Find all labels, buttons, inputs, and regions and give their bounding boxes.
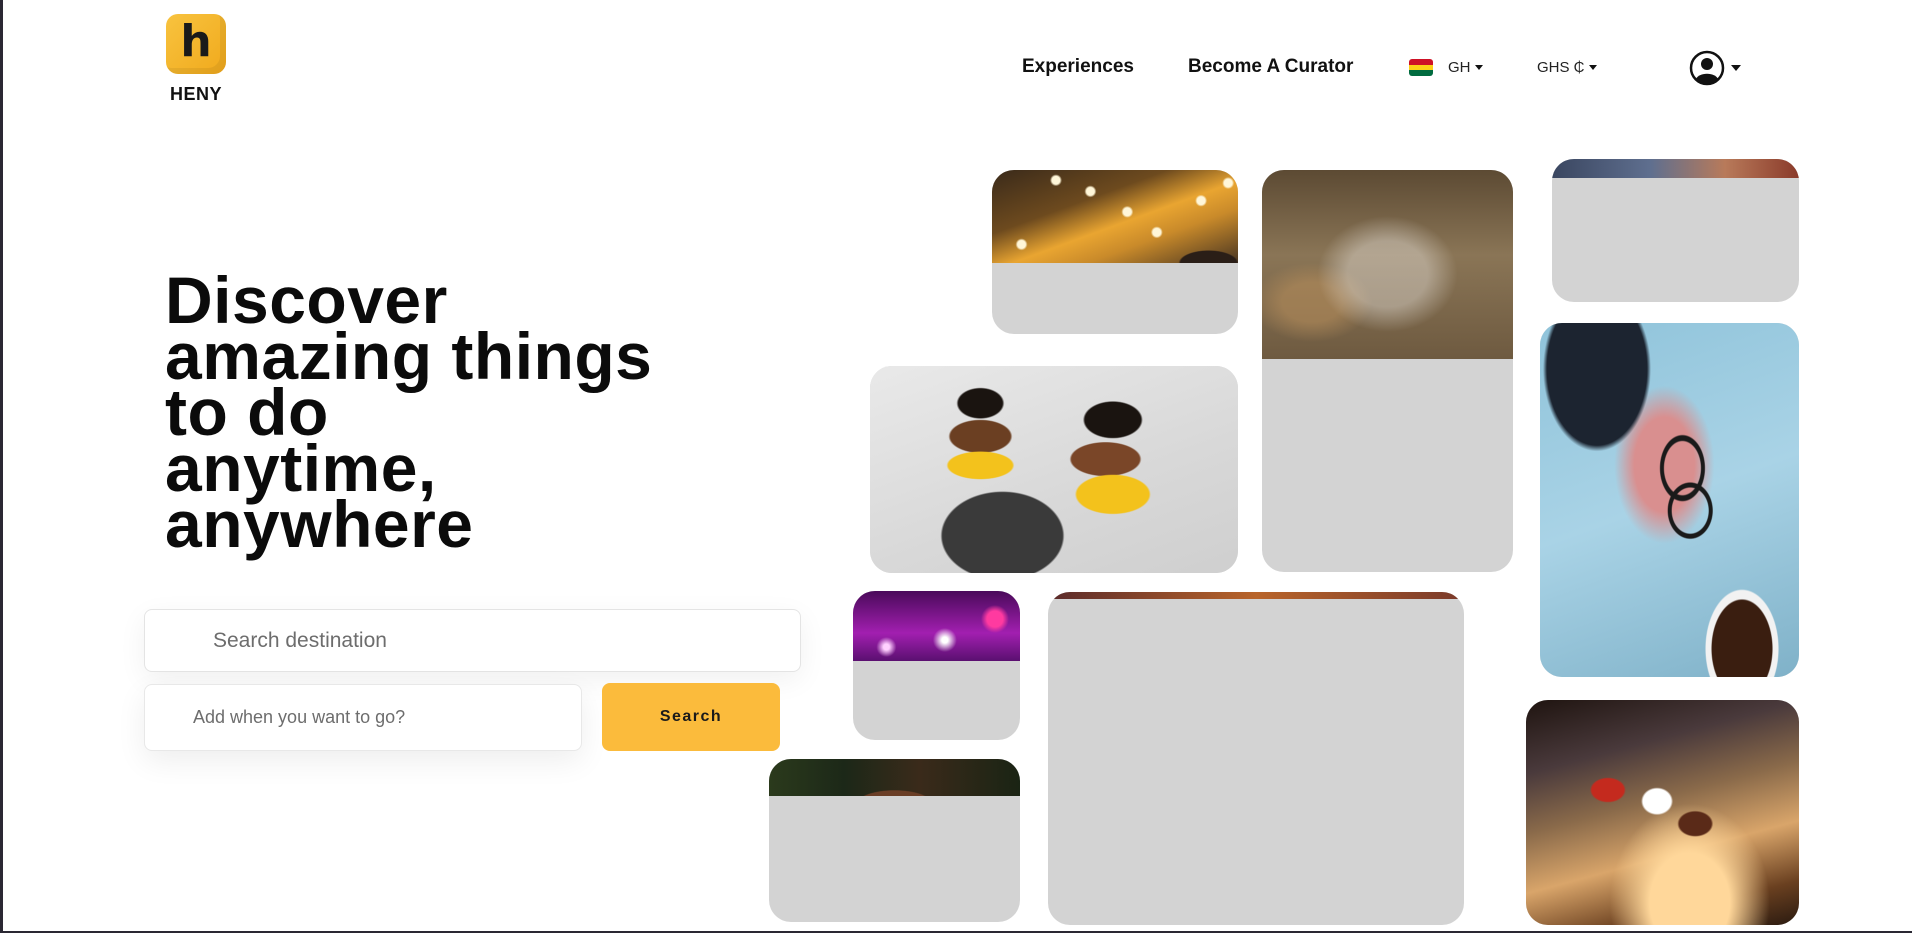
gallery-card-string-lights[interactable]: [992, 170, 1238, 334]
brand-name: HENY: [169, 84, 222, 104]
event-image: [1048, 592, 1464, 599]
women-in-yellow-image: [870, 366, 1238, 573]
gallery-card-fireworks[interactable]: [853, 591, 1020, 740]
hero-title-line: anywhere: [165, 487, 474, 561]
window-edge: [0, 0, 3, 933]
gallery-card-women-in-yellow[interactable]: [870, 366, 1238, 573]
currency-selector[interactable]: GHS ₵: [1537, 59, 1597, 76]
account-menu-button[interactable]: [1689, 50, 1741, 86]
logo-letter: h: [180, 16, 212, 67]
fireworks-image: [853, 591, 1020, 662]
logo-mark-icon: h: [166, 14, 226, 74]
map-camera-glasses-image: [1540, 323, 1799, 677]
hero-title: Discover amazing things to do anytime, a…: [165, 267, 705, 561]
caret-down-icon: [1588, 65, 1597, 70]
gallery-card-map-camera[interactable]: [1540, 323, 1799, 677]
search-destination-input[interactable]: [144, 609, 801, 672]
nav-experiences-link[interactable]: Experiences: [1022, 56, 1134, 78]
country-code: GH: [1448, 59, 1471, 76]
user-circle-icon: [1689, 50, 1725, 86]
currency-code: GHS ₵: [1537, 59, 1585, 76]
caret-down-icon: [1731, 65, 1741, 71]
gallery-card-glass-bottle[interactable]: [1262, 170, 1513, 572]
search-button[interactable]: Search: [602, 683, 780, 751]
portrait-image: [769, 759, 1020, 797]
gallery-card-portrait[interactable]: [769, 759, 1020, 922]
date-input[interactable]: [144, 684, 582, 751]
ghana-flag-icon[interactable]: ★: [1409, 59, 1433, 76]
glass-bottle-image: [1262, 170, 1513, 359]
caret-down-icon: [1474, 65, 1483, 70]
string-lights-image: [992, 170, 1238, 264]
gallery-card-paint-palette[interactable]: [1526, 700, 1799, 925]
nav-become-curator-link[interactable]: Become A Curator: [1188, 56, 1353, 78]
gallery-card-event[interactable]: [1048, 592, 1464, 925]
country-selector[interactable]: GH: [1448, 59, 1483, 76]
gallery-card-sky[interactable]: [1552, 159, 1799, 302]
sky-image: [1552, 159, 1799, 178]
paint-palette-image: [1526, 700, 1799, 925]
brand-logo[interactable]: h HENY: [166, 14, 226, 105]
